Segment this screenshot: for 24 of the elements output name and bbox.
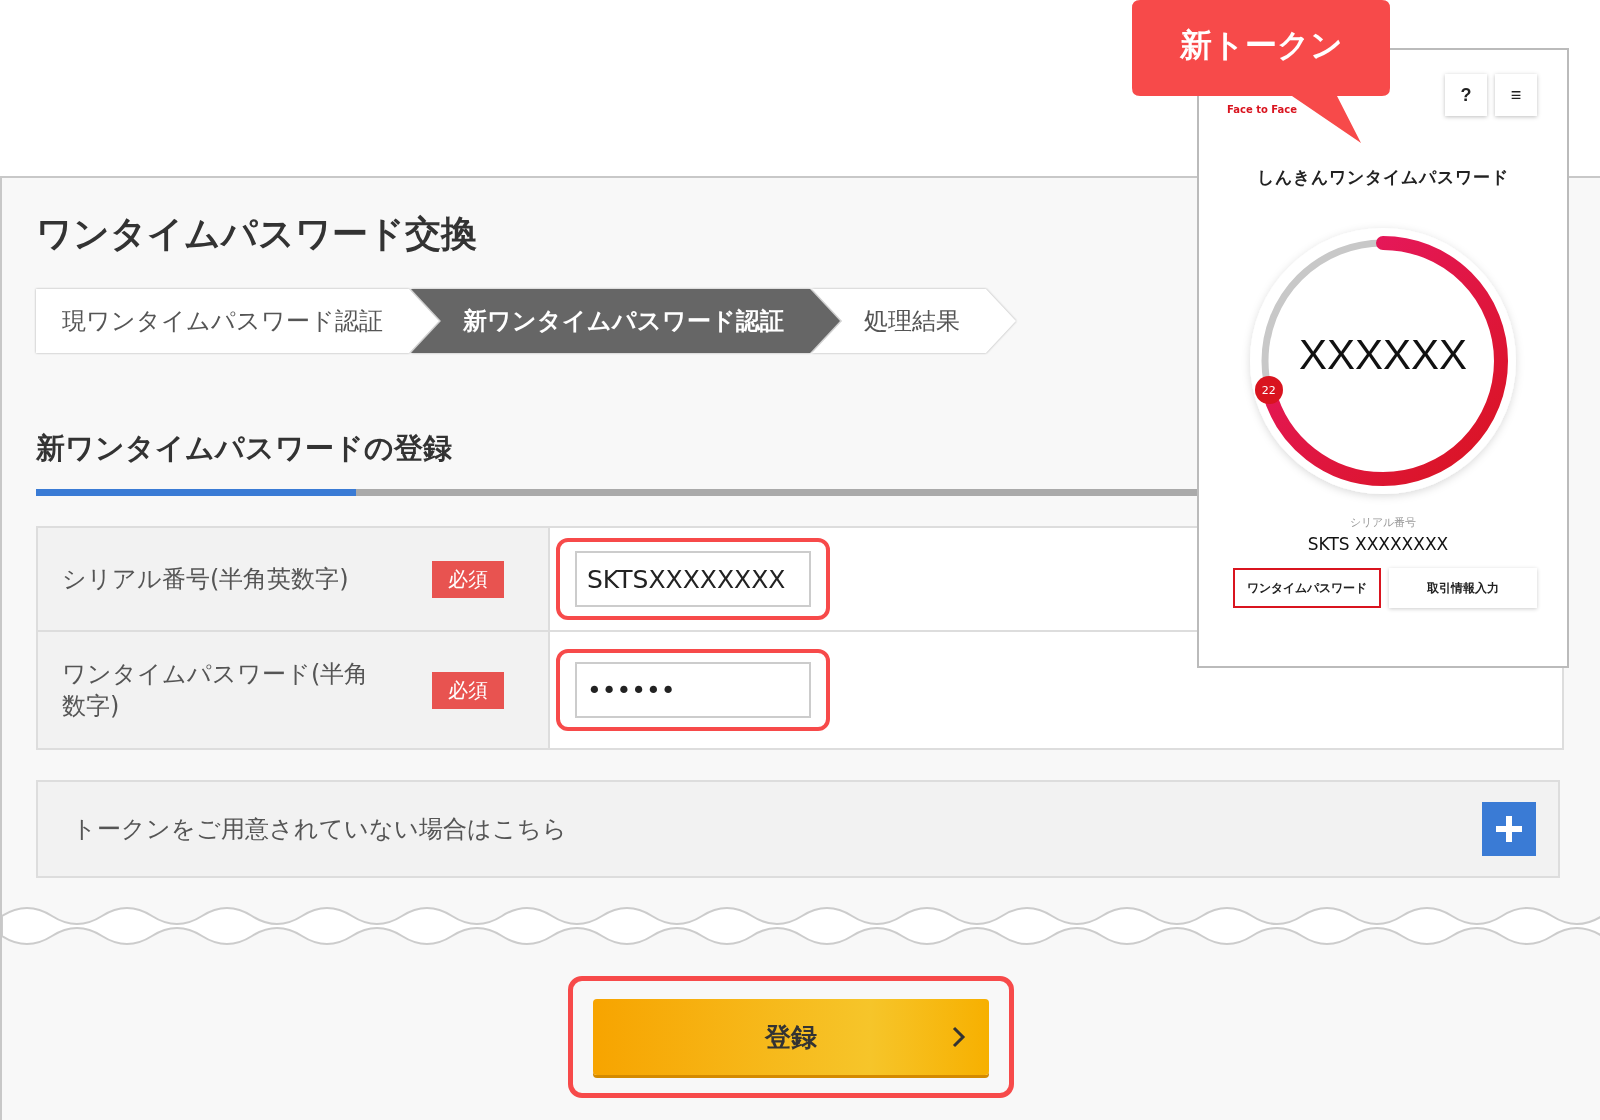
one-time-code: XXXXXX <box>1297 331 1469 379</box>
required-badge: 必須 <box>432 671 504 709</box>
chevron-right-icon <box>951 1025 967 1049</box>
plus-icon <box>1494 814 1524 844</box>
serial-number: SKTS XXXXXXXX <box>1306 534 1450 554</box>
app-tab[interactable]: 取引情報入力 <box>1389 568 1537 608</box>
expand-label: トークンをご用意されていない場合はこちら <box>72 814 567 845</box>
section-title: 新ワンタイムパスワードの登録 <box>36 430 453 467</box>
app-tab[interactable]: ワンタイムパスワード <box>1233 568 1381 608</box>
app-logo: Face to Face <box>1227 104 1298 115</box>
required-badge: 必須 <box>432 560 504 598</box>
menu-button[interactable]: ≡ <box>1495 74 1537 116</box>
input-field[interactable]: •••••• <box>575 662 811 718</box>
field-label: シリアル番号(半角英数字) <box>62 563 350 595</box>
serial-label: シリアル番号 <box>1349 515 1417 530</box>
callout-text: 新トークン <box>1178 25 1344 66</box>
field-label: ワンタイムパスワード(半角数字) <box>62 658 370 722</box>
expand-button[interactable] <box>1482 802 1536 856</box>
input-field[interactable]: SKTSXXXXXXXX <box>575 551 811 607</box>
register-button[interactable]: 登録 <box>593 999 989 1075</box>
expand-panel[interactable]: トークンをご用意されていない場合はこちら <box>36 780 1560 878</box>
app-title: しんきんワンタイムパスワード <box>1256 166 1510 189</box>
help-button[interactable]: ? <box>1445 74 1487 116</box>
page-title: ワンタイムパスワード交換 <box>36 212 478 256</box>
